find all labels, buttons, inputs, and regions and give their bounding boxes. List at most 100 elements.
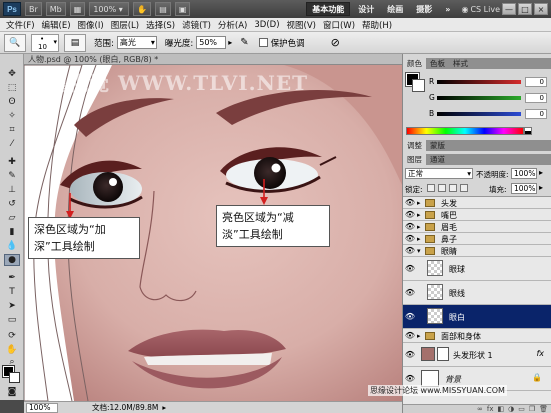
channel-r-slider[interactable]: [437, 80, 521, 84]
range-select[interactable]: 高光: [116, 36, 157, 49]
fx-icon[interactable]: fx: [536, 349, 544, 358]
eye-icon[interactable]: 👁: [405, 281, 415, 304]
workspace-painting[interactable]: 绘画: [382, 2, 408, 16]
close-button[interactable]: ×: [534, 3, 548, 15]
layer-row[interactable]: 👁 ▾ 眼睛: [403, 245, 551, 257]
exposure-input[interactable]: 50%: [196, 36, 227, 49]
history-brush-tool-icon[interactable]: ↺: [4, 198, 20, 210]
document-canvas[interactable]: 騰龍視覺 WWW.TLVI.NET 深色区域为“加 深”工具绘制 亮色区域为“减…: [24, 65, 402, 401]
layer-row[interactable]: 👁 ▸ 头发: [403, 197, 551, 209]
3d-rotate-tool-icon[interactable]: ⟳: [4, 330, 20, 342]
path-selection-tool-icon[interactable]: ➤: [4, 300, 20, 312]
menu-view[interactable]: 视图(V): [287, 19, 316, 31]
channel-g-input[interactable]: 0: [525, 93, 547, 103]
status-zoom-input[interactable]: 100%: [26, 402, 58, 413]
quick-mask-icon[interactable]: ◙: [4, 386, 20, 398]
maximize-button[interactable]: □: [518, 3, 532, 15]
shape-tool-icon[interactable]: ▭: [4, 314, 20, 326]
status-menu-icon[interactable]: ▸: [162, 403, 166, 412]
expand-arrow-icon[interactable]: ▸: [417, 211, 421, 219]
eye-icon[interactable]: 👁: [405, 209, 415, 220]
eye-icon[interactable]: 👁: [405, 233, 415, 244]
layer-row[interactable]: 👁 眼线: [403, 281, 551, 305]
eye-icon[interactable]: 👁: [405, 343, 415, 366]
tab-swatches[interactable]: 色板: [426, 58, 449, 69]
airbrush-icon[interactable]: ✎: [240, 37, 248, 48]
crop-tool-icon[interactable]: ⌗: [4, 124, 20, 136]
lock-transparency-icon[interactable]: [427, 184, 435, 192]
eraser-tool-icon[interactable]: ▱: [4, 212, 20, 224]
expand-arrow-icon[interactable]: ▸: [417, 199, 421, 207]
hand-tool-button[interactable]: ✋: [133, 2, 152, 16]
layer-row[interactable]: 👁 头发形状 1 fx: [403, 343, 551, 367]
fill-input[interactable]: 100%: [511, 183, 537, 194]
channel-g-slider[interactable]: [437, 96, 521, 100]
cs-live-button[interactable]: ◉ CS Live: [461, 5, 500, 14]
lock-all-icon[interactable]: [460, 184, 468, 192]
move-tool-icon[interactable]: ✥: [4, 68, 20, 80]
background-color-swatch[interactable]: [9, 372, 20, 383]
menu-layer[interactable]: 图层(L): [111, 19, 139, 31]
document-tab[interactable]: 人物.psd @ 100% (眼白, RGB/8) *: [24, 54, 402, 65]
clone-stamp-tool-icon[interactable]: ⊥: [4, 184, 20, 196]
blur-tool-icon[interactable]: 💧: [4, 240, 20, 252]
brush-preset-picker[interactable]: • 10 ▾: [31, 33, 59, 52]
expand-arrow-icon[interactable]: ▸: [417, 332, 421, 340]
menu-analysis[interactable]: 分析(A): [218, 19, 247, 31]
channel-r-input[interactable]: 0: [525, 77, 547, 87]
delete-layer-icon[interactable]: 🗑: [539, 405, 548, 413]
menu-window[interactable]: 窗口(W): [323, 19, 355, 31]
tab-adjustments[interactable]: 调整: [403, 140, 426, 151]
collapse-arrow-icon[interactable]: ▾: [417, 247, 421, 255]
color-bw-bar[interactable]: [524, 127, 532, 135]
eyedropper-tool-icon[interactable]: ⁄: [4, 138, 20, 150]
opacity-slider-icon[interactable]: ▸: [539, 168, 543, 177]
minimize-button[interactable]: —: [502, 3, 516, 15]
pen-tool-icon[interactable]: ✒: [4, 272, 20, 284]
healing-brush-tool-icon[interactable]: ✚: [4, 156, 20, 168]
exposure-dropdown-icon[interactable]: ▸: [228, 38, 232, 47]
tab-styles[interactable]: 样式: [449, 58, 472, 69]
layer-row[interactable]: 👁 眼球: [403, 257, 551, 281]
zoom-select[interactable]: 100% ▾: [89, 2, 130, 16]
tab-layers[interactable]: 图层: [403, 154, 426, 165]
status-doc-info[interactable]: 文档:12.0M/89.8M: [92, 402, 158, 413]
layer-row[interactable]: 👁 ▸ 面部和身体: [403, 329, 551, 343]
quick-select-tool-icon[interactable]: ✧: [4, 110, 20, 122]
link-layers-icon[interactable]: ∞: [477, 405, 483, 413]
eye-icon[interactable]: 👁: [405, 221, 415, 232]
tab-color[interactable]: 颜色: [403, 58, 426, 69]
lock-position-icon[interactable]: [449, 184, 457, 192]
protect-tones-checkbox[interactable]: [258, 38, 268, 47]
adjustment-layer-icon[interactable]: ◑: [508, 405, 514, 413]
dodge-tool-icon[interactable]: ●: [4, 254, 20, 266]
opacity-input[interactable]: 100%: [511, 168, 537, 179]
menu-help[interactable]: 帮助(H): [362, 19, 392, 31]
menu-filter[interactable]: 滤镜(T): [182, 19, 211, 31]
eye-icon[interactable]: 👁: [405, 329, 415, 342]
expand-arrow-icon[interactable]: ▸: [417, 223, 421, 231]
menu-edit[interactable]: 编辑(E): [42, 19, 71, 31]
layer-style-icon[interactable]: fx: [487, 405, 494, 413]
eye-icon[interactable]: 👁: [405, 197, 415, 208]
eye-icon[interactable]: 👁: [405, 257, 415, 280]
mini-bridge-button[interactable]: Mb: [45, 2, 66, 16]
tab-channels[interactable]: 通道: [426, 154, 449, 165]
type-tool-icon[interactable]: T: [4, 286, 20, 298]
color-spectrum-bar[interactable]: [406, 127, 524, 135]
eye-icon[interactable]: 👁: [405, 245, 415, 256]
layer-row[interactable]: 👁 ▸ 嘴巴: [403, 209, 551, 221]
lock-image-icon[interactable]: [438, 184, 446, 192]
color-panel-background-swatch[interactable]: [412, 79, 425, 92]
menu-image[interactable]: 图像(I): [78, 19, 104, 31]
hand-tool-icon[interactable]: ✋: [4, 344, 20, 356]
expand-arrow-icon[interactable]: ▸: [417, 235, 421, 243]
layer-row-selected[interactable]: 👁 眼白: [403, 305, 551, 329]
brush-panel-toggle[interactable]: ▤: [64, 33, 86, 52]
workspace-essentials[interactable]: 基本功能: [306, 2, 351, 16]
menu-3d[interactable]: 3D(D): [254, 20, 279, 30]
workspace-photography[interactable]: 摄影: [411, 2, 437, 16]
screen-mode-button[interactable]: ▣: [174, 2, 191, 16]
bridge-button[interactable]: Br: [25, 2, 42, 16]
fill-slider-icon[interactable]: ▸: [539, 183, 543, 192]
